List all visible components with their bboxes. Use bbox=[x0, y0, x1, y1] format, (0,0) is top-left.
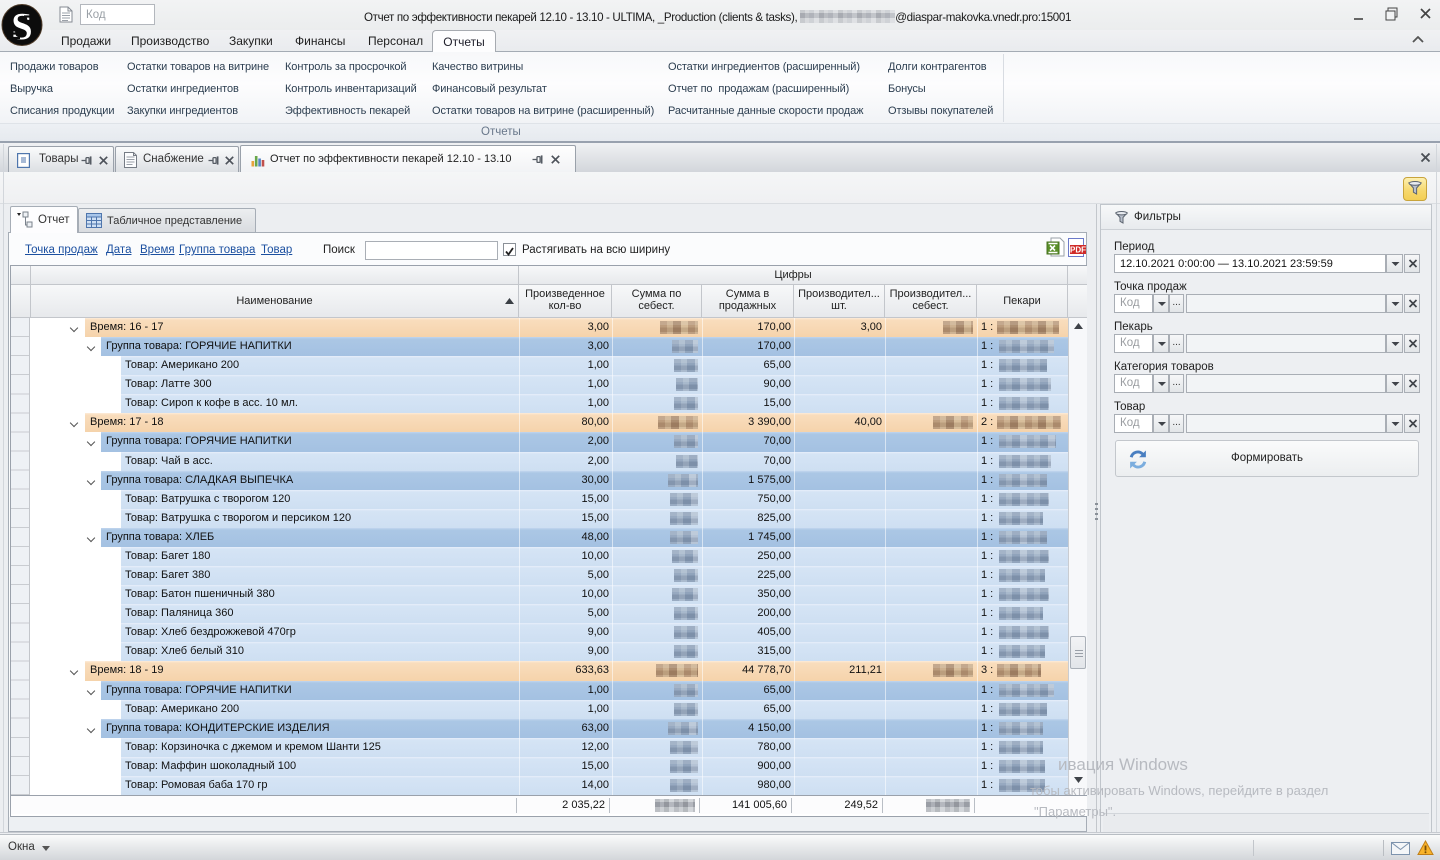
svg-text:PDF: PDF bbox=[1070, 246, 1086, 255]
